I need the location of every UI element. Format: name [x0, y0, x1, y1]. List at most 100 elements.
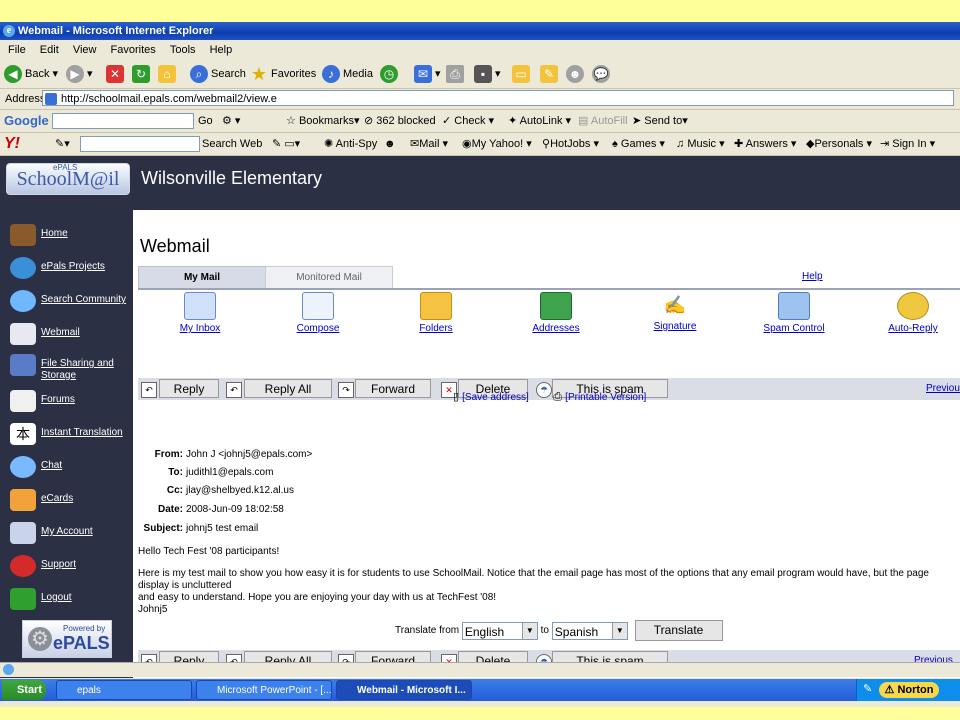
my-yahoo-button[interactable]: ◉My Yahoo! ▾ — [462, 133, 532, 155]
tool-auto-reply[interactable]: Auto-Reply — [868, 288, 958, 334]
reply-button[interactable]: Reply — [159, 379, 219, 398]
antispy-button[interactable]: ✺ Anti-Spy — [324, 133, 377, 155]
sign-in-button[interactable]: ⇥ Sign In ▾ — [880, 133, 935, 155]
task-powerpoint[interactable]: Microsoft PowerPoint - [... — [196, 680, 332, 700]
google-go-button[interactable]: Go — [198, 110, 213, 132]
ie-icon: e — [3, 25, 15, 37]
home-button[interactable]: ⌂ — [158, 64, 179, 84]
yahoo-mail-button[interactable]: ✉Mail ▾ — [410, 133, 448, 155]
search-button[interactable]: ⌕ Search — [190, 64, 246, 84]
sidebar-item-my-account[interactable]: My Account — [8, 518, 133, 546]
schoolmail-logo[interactable]: ePALS SchoolM@il — [6, 163, 130, 195]
title-bar: e Webmail - Microsoft Internet Explorer — [0, 22, 960, 40]
translate-to-select[interactable]: Spanish ▼ — [551, 621, 628, 640]
warning-icon: ⚠ — [884, 684, 895, 696]
refresh-button[interactable]: ↻ — [132, 64, 153, 84]
autolink-icon: ✦ — [508, 115, 518, 127]
tab-my-mail[interactable]: My Mail — [138, 266, 266, 288]
sidebar-item-search-community[interactable]: Search Community — [8, 286, 133, 314]
print-button[interactable]: ⎙ — [446, 64, 467, 84]
reply-all-button[interactable]: Reply All — [244, 379, 332, 398]
sidebar-item-home[interactable]: Home — [8, 220, 133, 248]
spell-check-button[interactable]: ✓ Check ▾ — [442, 110, 494, 132]
google-search-input[interactable] — [52, 113, 194, 129]
tool-compose[interactable]: Compose — [273, 288, 363, 334]
address-input[interactable]: http://schoolmail.epals.com/webmail2/vie… — [42, 90, 954, 106]
pencil-icon[interactable]: ✎▾ — [55, 133, 70, 155]
task-webmail[interactable]: Webmail - Microsoft I... — [336, 680, 472, 700]
menu-favorites[interactable]: Favorites — [111, 44, 156, 56]
menu-help[interactable]: Help — [210, 44, 233, 56]
hotjobs-button[interactable]: ⚲HotJobs ▾ — [542, 133, 599, 155]
sidebar-item-support[interactable]: Support — [8, 551, 133, 579]
save-address-link[interactable]: [Save address] — [462, 392, 529, 403]
norton-badge[interactable]: ⚠ Norton — [879, 682, 939, 698]
translate-from-select[interactable]: English ▼ — [461, 621, 538, 640]
personals-button[interactable]: ◆Personals ▾ — [806, 133, 872, 155]
mail-button[interactable]: ✉ ▾ — [414, 64, 441, 84]
forward-button[interactable]: ▶ ▾ — [66, 64, 93, 84]
mail-icon: ✉ — [414, 65, 432, 84]
menu-tools[interactable]: Tools — [170, 44, 196, 56]
research-button[interactable]: ✎ — [540, 64, 561, 84]
subject-label: Subject: — [143, 523, 183, 534]
sidebar-item-instant-translation[interactable]: 本 Instant Translation — [8, 419, 133, 447]
tool-addresses[interactable]: Addresses — [511, 288, 601, 334]
tab-monitored-mail[interactable]: Monitored Mail — [265, 266, 393, 288]
music-icon: ♫ — [676, 138, 685, 150]
highlight-icon[interactable]: ✎ ▭▾ — [272, 133, 300, 155]
toolbar-gear-icon[interactable]: ⚙ ▾ — [222, 110, 240, 132]
auto-reply-gear-icon — [897, 292, 929, 320]
sidebar-item-file-sharing[interactable]: File Sharing and Storage — [8, 350, 133, 382]
task-epals[interactable]: epals — [56, 680, 192, 700]
media-button[interactable]: ♪ Media — [322, 64, 373, 84]
translate-from-label: Translate from — [395, 625, 460, 637]
sidebar-item-chat[interactable]: Chat — [8, 452, 133, 480]
discuss-icon: 💬 — [592, 65, 610, 84]
start-button[interactable]: Start — [2, 680, 46, 700]
printable-version-link[interactable]: [Printable Version] — [565, 392, 646, 403]
standard-toolbar: ◀ Back ▾ ▶ ▾ ✕ ↻ ⌂ ⌕ Search ★ Favorites ♪ Med… — [0, 60, 960, 89]
sidebar-item-logout[interactable]: Logout — [8, 584, 133, 612]
translate-button[interactable]: Translate — [634, 620, 723, 641]
sidebar-item-webmail[interactable]: Webmail — [8, 319, 133, 347]
forward-arrow-icon: ▶ — [66, 65, 84, 84]
messenger-icon-2[interactable]: ☻ — [384, 133, 396, 155]
search-web-button[interactable]: Search Web — [202, 133, 262, 155]
favorites-button[interactable]: ★ Favorites — [250, 64, 316, 84]
send-to-button[interactable]: ➤ Send to▾ — [632, 110, 688, 132]
menu-view[interactable]: View — [73, 44, 97, 56]
yahoo-search-input[interactable] — [80, 136, 200, 152]
window-title: Webmail - Microsoft Internet Explorer — [18, 25, 214, 37]
autolink-button[interactable]: ✦ AutoLink ▾ — [508, 110, 571, 132]
tool-spam-control[interactable]: Spam Control — [749, 288, 839, 334]
games-button[interactable]: ♠ Games ▾ — [612, 133, 665, 155]
tray-tool-icon[interactable]: ✎ — [863, 682, 872, 695]
forward-button[interactable]: Forward — [355, 379, 431, 398]
tool-my-inbox[interactable]: My Inbox — [155, 288, 245, 334]
sidebar-item-epals-projects[interactable]: ePals Projects — [8, 253, 133, 281]
stop-button[interactable]: ✕ — [106, 64, 127, 84]
powered-by-epals-badge[interactable]: ⚙ Powered by ePALS — [22, 620, 112, 658]
address-url: http://schoolmail.epals.com/webmail2/vie… — [61, 93, 277, 105]
edit-button[interactable]: ▪ ▾ — [474, 64, 501, 84]
messenger-button[interactable]: ☻ — [566, 64, 587, 84]
help-link[interactable]: Help — [802, 266, 823, 287]
antispy-icon: ✺ — [324, 138, 334, 150]
history-button[interactable]: ◷ — [380, 64, 401, 84]
tool-folders[interactable]: Folders — [391, 288, 481, 334]
music-button[interactable]: ♫ Music ▾ — [676, 133, 725, 155]
sidebar-item-ecards[interactable]: eCards — [8, 485, 133, 513]
notes-button[interactable]: ▭ — [512, 64, 533, 84]
menu-file[interactable]: File — [8, 44, 26, 56]
sidebar-item-forums[interactable]: Forums — [8, 386, 133, 414]
back-button[interactable]: ◀ Back ▾ — [4, 64, 58, 84]
answers-button[interactable]: ✚ Answers ▾ — [734, 133, 796, 155]
bookmarks-button[interactable]: ☆ Bookmarks▾ — [286, 110, 360, 132]
menu-edit[interactable]: Edit — [40, 44, 59, 56]
popup-blocked-button[interactable]: ⊘ 362 blocked — [364, 110, 436, 132]
autofill-button[interactable]: ▤ AutoFill — [578, 110, 628, 132]
previous-link[interactable]: Previous — [926, 383, 960, 394]
tool-signature[interactable]: ✍ Signature — [630, 288, 720, 332]
discuss-button[interactable]: 💬 — [592, 64, 613, 84]
